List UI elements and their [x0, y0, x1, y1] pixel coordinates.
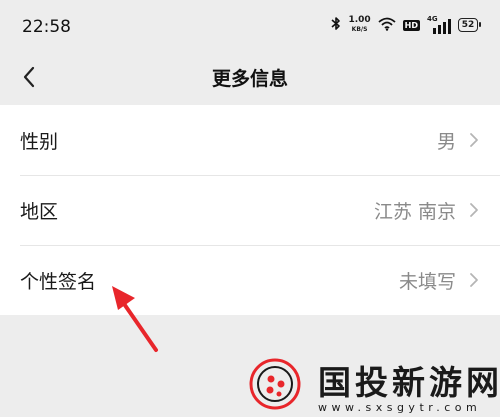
row-value: 未填写	[398, 270, 456, 293]
wifi-icon	[378, 16, 396, 35]
row-label: 性别	[20, 130, 59, 153]
chevron-right-icon	[470, 133, 478, 147]
bluetooth-icon	[331, 16, 341, 35]
battery-level: 52	[461, 20, 475, 30]
chevron-right-icon	[470, 203, 478, 217]
hd-icon: HD	[402, 19, 420, 31]
watermark-title: 国投新游网	[318, 363, 500, 402]
nav-bar: 更多信息	[0, 50, 500, 105]
signal-icon: 4G	[427, 15, 451, 34]
watermark-logo-icon	[249, 358, 301, 410]
row-label: 地区	[20, 200, 59, 223]
row-gender[interactable]: 性别 男	[0, 105, 500, 175]
speed-unit: KB/S	[351, 26, 368, 33]
page-title: 更多信息	[211, 68, 288, 90]
row-value: 男	[436, 130, 456, 153]
watermark-url: www.sxsgytr.com	[318, 401, 482, 414]
battery-icon: 52	[458, 18, 481, 32]
status-bar: 22:58 1.00 KB/S HD 4G 52	[0, 0, 500, 50]
speed-value: 1.00	[348, 15, 371, 25]
network-speed: 1.00 KB/S	[348, 16, 370, 34]
status-time: 22:58	[22, 17, 71, 37]
status-icons: 1.00 KB/S HD 4G 52	[331, 14, 481, 36]
row-region[interactable]: 地区 江苏 南京	[0, 175, 500, 245]
watermark: 国投新游网 www.sxsgytr.com	[248, 352, 500, 417]
info-list: 性别 男 地区 江苏 南京 个性签名 未填写	[0, 105, 500, 315]
red-arrow-annotation	[112, 286, 158, 352]
row-value: 江苏 南京	[373, 200, 456, 223]
row-label: 个性签名	[20, 270, 97, 293]
row-signature[interactable]: 个性签名 未填写	[0, 245, 500, 315]
chevron-right-icon	[470, 273, 478, 287]
